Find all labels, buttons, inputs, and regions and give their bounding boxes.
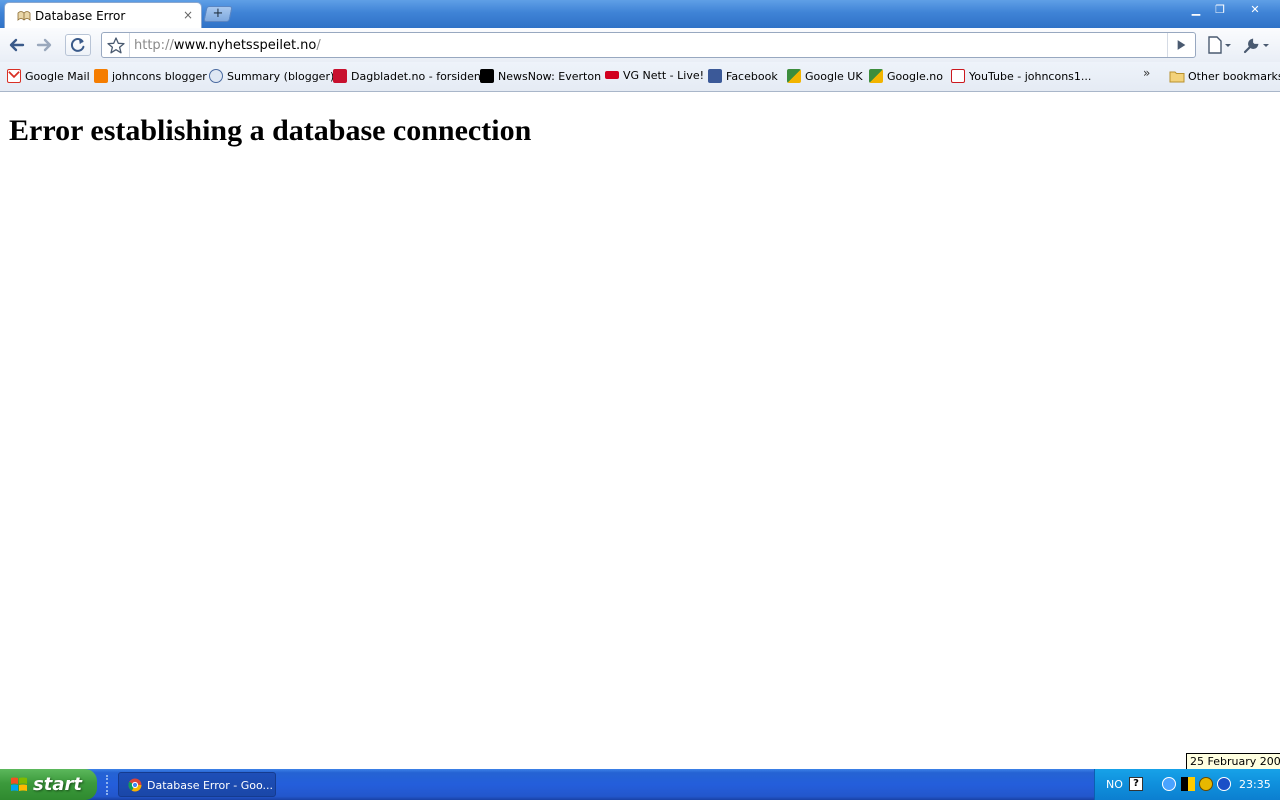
folder-icon bbox=[1169, 71, 1185, 83]
bookmark-google-mail[interactable]: Google Mail bbox=[7, 69, 90, 85]
bookmark-vg-nett[interactable]: VG Nett - Live! bbox=[605, 69, 704, 85]
bookmark-label: johncons blogger bbox=[112, 70, 207, 83]
omnibox-divider bbox=[129, 33, 130, 57]
page-menu-icon[interactable] bbox=[1204, 34, 1234, 56]
taskbar-item-label: Database Error - Goo... bbox=[147, 779, 274, 792]
app-tray-icon[interactable] bbox=[1181, 777, 1195, 791]
minimize-button[interactable]: ▁ bbox=[1185, 2, 1207, 18]
help-icon[interactable]: ? bbox=[1129, 777, 1143, 791]
plus-icon: + bbox=[212, 6, 224, 21]
bookmark-label: YouTube - johncons1... bbox=[969, 70, 1092, 83]
bookmark-label: Google.no bbox=[887, 70, 943, 83]
bookmarks-overflow-chevron-icon[interactable]: » bbox=[1143, 66, 1150, 80]
blogger-icon bbox=[94, 69, 108, 83]
close-window-button[interactable]: ✕ bbox=[1234, 2, 1276, 18]
facebook-icon bbox=[708, 69, 722, 83]
bookmark-johncons-blogger[interactable]: johncons blogger bbox=[94, 69, 207, 85]
windows-flag-icon bbox=[11, 777, 27, 791]
new-tab-button[interactable]: + bbox=[203, 6, 233, 22]
bookmark-newsnow-everton[interactable]: NewsNow: Everton bbox=[480, 69, 601, 85]
restore-button[interactable]: ❐ bbox=[1209, 2, 1231, 18]
bookmark-label: Google UK bbox=[805, 70, 863, 83]
bookmark-youtube[interactable]: YouTube - johncons1... bbox=[951, 69, 1091, 85]
tray-expand-icon[interactable] bbox=[1162, 777, 1176, 791]
bluetooth-icon[interactable] bbox=[1217, 777, 1231, 791]
bookmark-label: Summary (blogger) bbox=[227, 70, 335, 83]
other-bookmarks-folder[interactable]: Other bookmarks bbox=[1169, 69, 1280, 83]
browser-toolbar: http://www.nyhetsspeilet.no/ bbox=[0, 28, 1280, 62]
bookmark-dagbladet[interactable]: Dagbladet.no - forsiden bbox=[333, 69, 481, 85]
bookmark-star-icon[interactable] bbox=[106, 36, 126, 56]
bookmark-label: Google Mail bbox=[25, 70, 90, 83]
address-bar[interactable]: http://www.nyhetsspeilet.no/ bbox=[101, 32, 1196, 58]
system-tray: NO ? 23:35 bbox=[1094, 769, 1280, 800]
bookmarks-bar: Google Mail johncons blogger Summary (bl… bbox=[0, 62, 1280, 92]
bookmark-label: NewsNow: Everton bbox=[498, 70, 602, 83]
tab-close-icon[interactable]: × bbox=[183, 8, 193, 22]
bookmark-google-no[interactable]: Google.no bbox=[869, 69, 943, 85]
newsnow-icon bbox=[480, 69, 494, 83]
google-icon bbox=[869, 69, 883, 83]
youtube-icon bbox=[951, 69, 965, 83]
taskbar-item-chrome[interactable]: Database Error - Goo... bbox=[118, 772, 276, 797]
tab-database-error[interactable]: Database Error × bbox=[4, 2, 202, 29]
tab-title: Database Error bbox=[35, 9, 126, 23]
google-icon bbox=[787, 69, 801, 83]
site-favicon-icon bbox=[17, 11, 31, 21]
url-text[interactable]: http://www.nyhetsspeilet.no/ bbox=[134, 38, 321, 53]
bookmark-facebook[interactable]: Facebook bbox=[708, 69, 778, 85]
url-host: www.nyhetsspeilet.no bbox=[173, 38, 317, 53]
start-button[interactable]: start bbox=[0, 769, 97, 800]
reload-icon[interactable] bbox=[65, 34, 91, 56]
url-protocol: http:// bbox=[134, 38, 174, 53]
date-tooltip: 25 February 2009 bbox=[1186, 753, 1280, 770]
taskbar-grip[interactable] bbox=[106, 775, 109, 795]
title-bar: Database Error × + ▁ ❐ ✕ bbox=[0, 0, 1280, 29]
vg-icon bbox=[605, 71, 619, 79]
page-heading: Error establishing a database connection bbox=[9, 114, 532, 147]
dagbladet-icon bbox=[333, 69, 347, 83]
wrench-menu-icon[interactable] bbox=[1241, 34, 1273, 56]
network-globe-icon[interactable] bbox=[1199, 777, 1213, 791]
bookmark-google-uk[interactable]: Google UK bbox=[787, 69, 863, 85]
bookmark-label: VG Nett - Live! bbox=[623, 69, 705, 82]
summary-icon bbox=[209, 69, 223, 83]
other-bookmarks-label: Other bookmarks bbox=[1188, 70, 1280, 83]
chrome-icon bbox=[128, 778, 142, 792]
bookmark-label: Facebook bbox=[726, 70, 778, 83]
bookmark-label: Dagbladet.no - forsiden bbox=[351, 70, 481, 83]
bookmark-summary-blogger[interactable]: Summary (blogger) bbox=[209, 69, 334, 85]
page-content: Error establishing a database connection bbox=[0, 92, 1280, 765]
back-arrow-icon[interactable] bbox=[6, 34, 28, 56]
language-indicator[interactable]: NO bbox=[1106, 778, 1123, 791]
taskbar: start Database Error - Goo... NO ? 23:35 bbox=[0, 769, 1280, 800]
gmail-icon bbox=[7, 69, 21, 83]
go-arrow-icon[interactable] bbox=[1167, 33, 1195, 57]
url-path: / bbox=[316, 38, 321, 53]
start-label: start bbox=[33, 774, 82, 795]
clock[interactable]: 23:35 bbox=[1239, 778, 1271, 791]
forward-arrow-icon[interactable] bbox=[33, 34, 55, 56]
